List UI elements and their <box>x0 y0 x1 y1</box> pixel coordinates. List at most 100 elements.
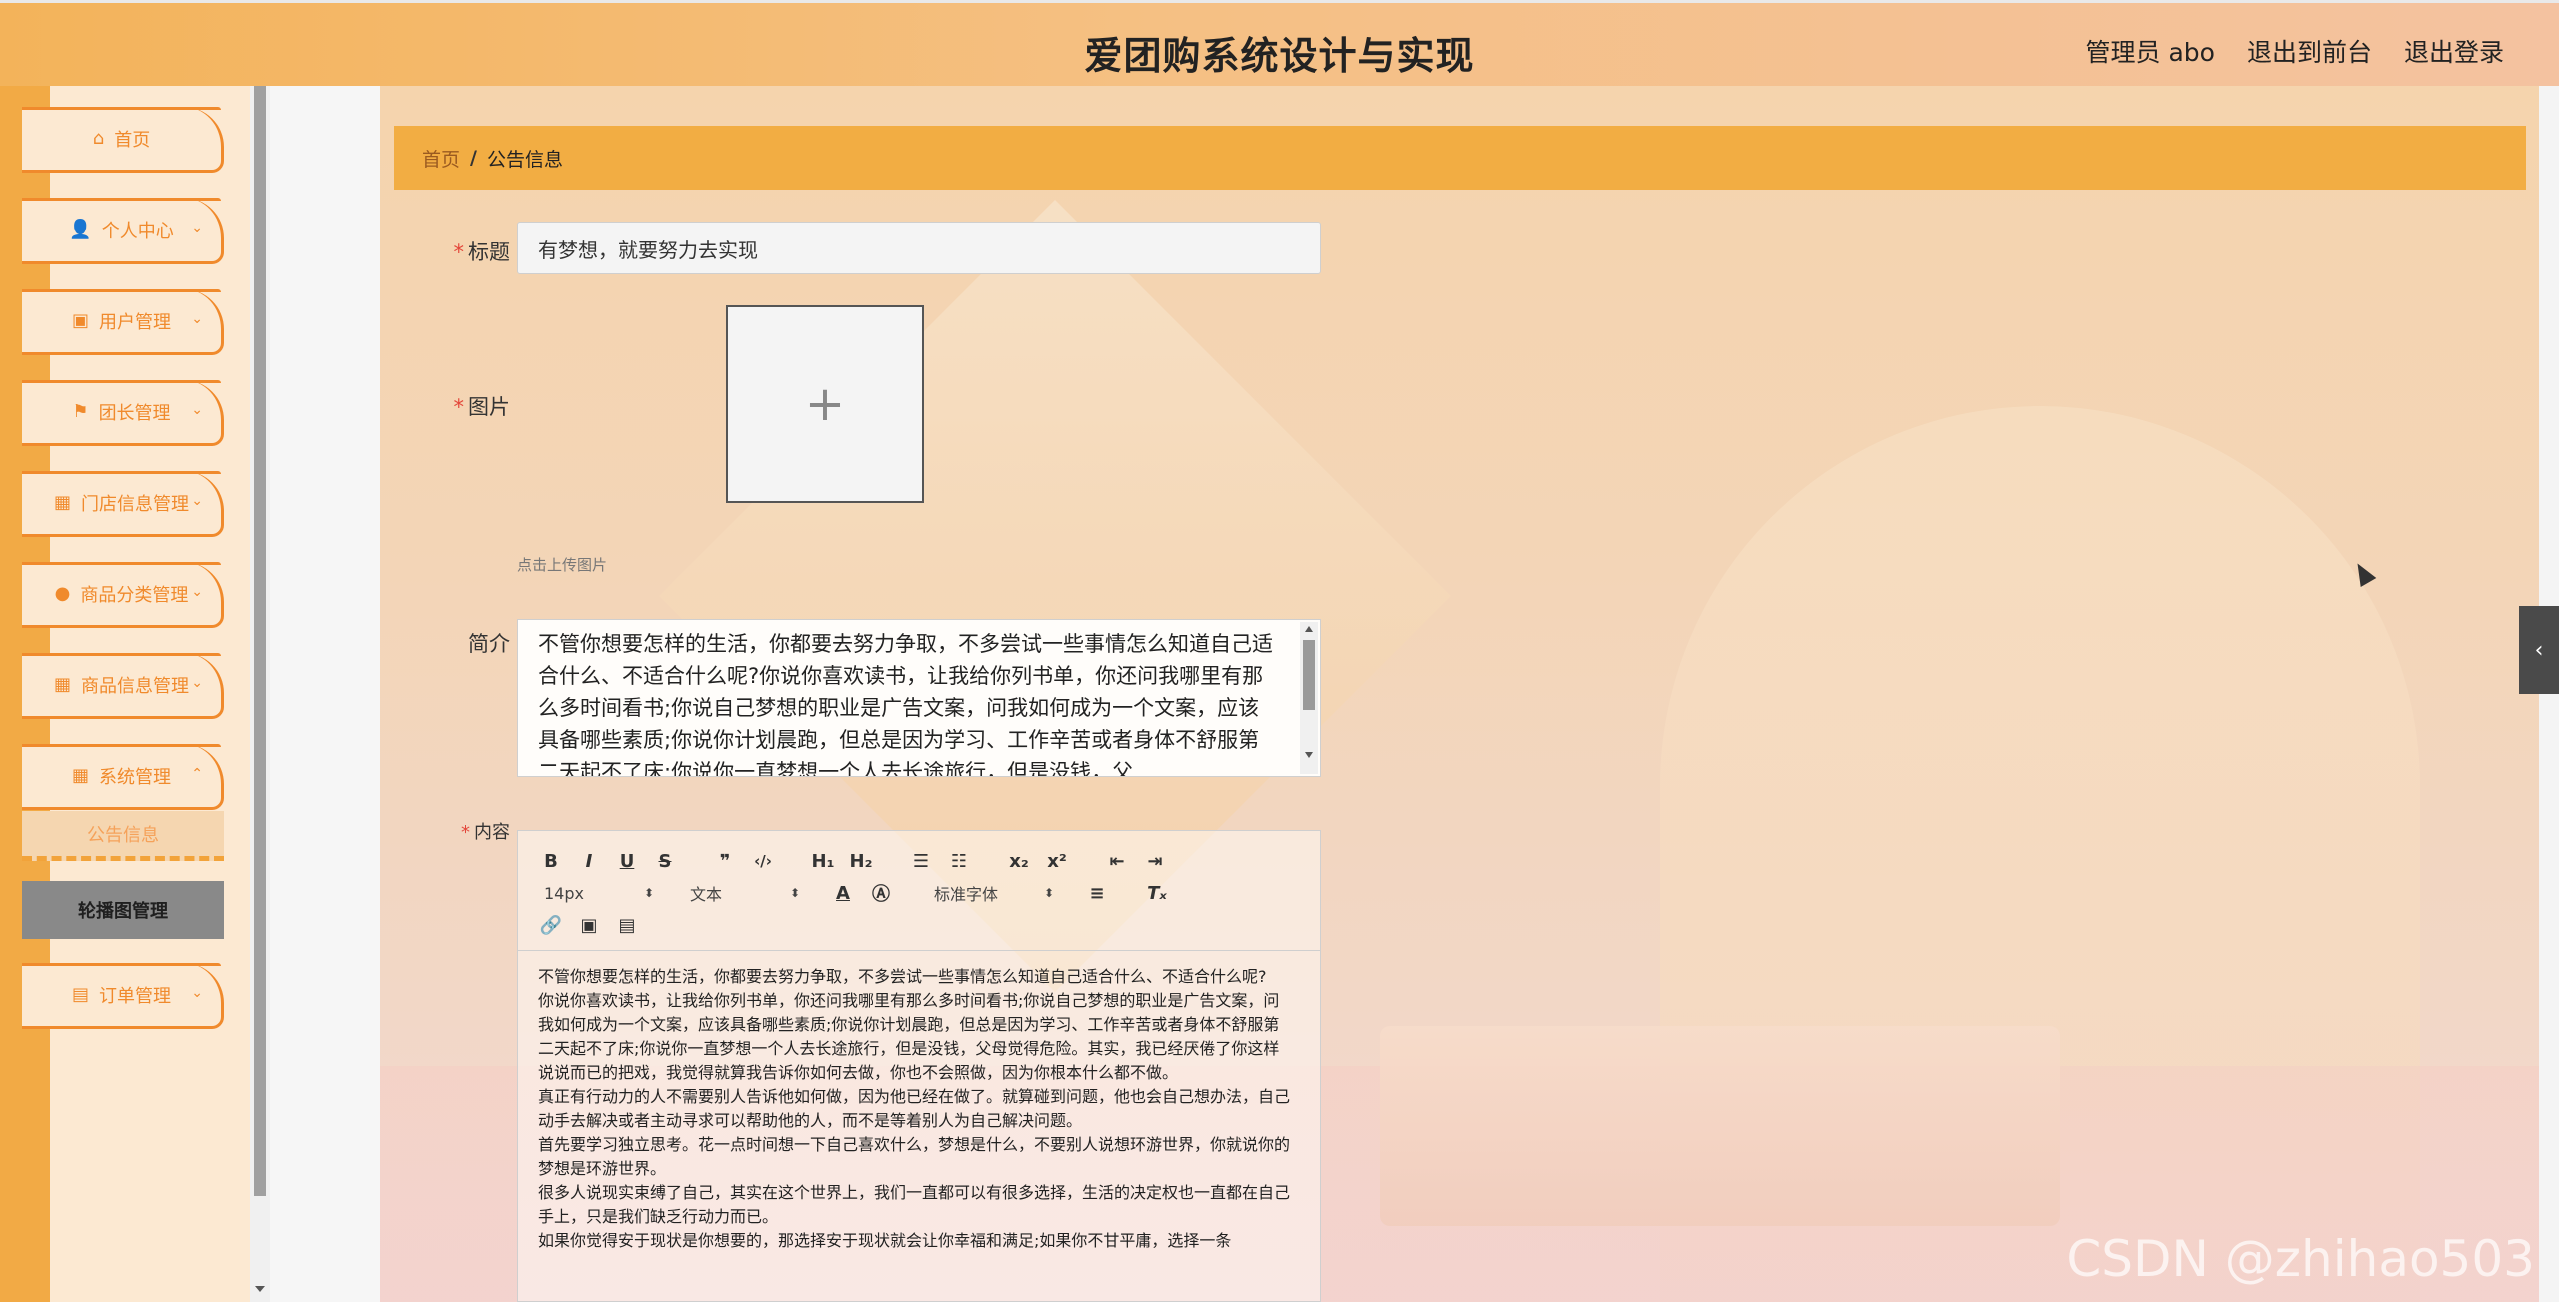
title-field-label: * 标题 <box>440 236 511 266</box>
upload-tip: 点击上传图片 <box>517 556 608 574</box>
sidebar-item-personal-center[interactable]: 👤 个人中心 ⌄ <box>22 198 224 264</box>
heading2-button[interactable]: H₂ <box>844 847 878 875</box>
sidebar-item-label: 订单管理 <box>99 985 171 1007</box>
outdent-button[interactable]: ⇤ <box>1100 847 1134 875</box>
chevron-down-icon: ⌄ <box>191 493 203 509</box>
user-icon: 👤 <box>69 219 92 240</box>
sidebar-item-store-info[interactable]: ▦ 门店信息管理 ⌄ <box>22 471 224 537</box>
sidebar-item-label: 个人中心 <box>101 220 174 242</box>
font-color-button[interactable]: A <box>826 879 860 907</box>
editor-content-area[interactable]: 不管你想要怎样的生活，你都要去努力争取，不多尝试一些事情怎么知道自己适合什么、不… <box>518 951 1320 1253</box>
italic-button[interactable]: I <box>572 847 606 875</box>
sidebar-item-user-management[interactable]: ▣ 用户管理 ⌄ <box>22 289 224 355</box>
sidebar-item-system-management[interactable]: ▦ 系统管理 ⌃ <box>22 744 224 810</box>
breadcrumb-separator: / <box>470 147 477 169</box>
blockquote-button[interactable]: ❞ <box>708 847 742 875</box>
intro-text: 不管你想要怎样的生活，你都要去努力争取，不多尝试一些事情怎么知道自己适合什么、不… <box>538 632 1273 777</box>
background-color-button[interactable]: Ⓐ <box>864 879 898 907</box>
scroll-down-arrow-icon[interactable] <box>1305 752 1313 758</box>
required-asterisk: * <box>461 822 470 843</box>
editor-paragraph: 首先要学习独立思考。花一点时间想一下自己喜欢什么，梦想是什么，不要别人说想环游世… <box>538 1135 1291 1178</box>
breadcrumb: 首页 / 公告信息 <box>394 126 2526 190</box>
select-caret-icon: ⬍ <box>1043 886 1054 900</box>
editor-toolbar: B I U S ❞ ‹/› H₁ H₂ ☰ ☷ x₂ x² ⇤ ⇥ 14px ⬍… <box>518 831 1320 951</box>
scrollbar-thumb[interactable] <box>1303 640 1315 710</box>
chevron-up-icon: ⌃ <box>191 766 203 782</box>
briefcase-icon: ▤ <box>71 984 89 1005</box>
indent-button[interactable]: ⇥ <box>1138 847 1172 875</box>
plus-icon: + <box>804 376 846 432</box>
required-asterisk: * <box>453 240 465 264</box>
sidebar-subitem-announcement[interactable]: 公告信息 <box>22 811 224 861</box>
content-field-label: * 内容 <box>440 818 510 844</box>
clear-format-button[interactable]: Tₓ <box>1140 879 1174 907</box>
font-size-value: 14px <box>544 883 584 903</box>
subscript-button[interactable]: x₂ <box>1002 847 1036 875</box>
exit-to-front-link[interactable]: 退出到前台 <box>2247 33 2372 69</box>
sidebar-subitem-label: 公告信息 <box>87 824 159 846</box>
sidebar-scrollbar[interactable] <box>250 86 270 1302</box>
strikethrough-button[interactable]: S <box>648 847 682 875</box>
chevron-down-icon: ⌄ <box>191 311 203 327</box>
heading1-button[interactable]: H₁ <box>806 847 840 875</box>
sidebar-item-order-management[interactable]: ▤ 订单管理 ⌄ <box>22 963 224 1029</box>
sidebar-item-product-info[interactable]: ▦ 商品信息管理 ⌄ <box>22 653 224 719</box>
underline-button[interactable]: U <box>610 847 644 875</box>
sidebar-item-label: 首页 <box>114 129 151 151</box>
sidebar-item-leader-management[interactable]: ⚑ 团长管理 ⌄ <box>22 380 224 446</box>
video-button[interactable]: ▤ <box>610 911 644 939</box>
font-family-select[interactable]: 标准字体 ⬍ <box>924 881 1054 905</box>
scroll-down-arrow-icon[interactable] <box>255 1286 265 1292</box>
image-field-label: * 图片 <box>440 391 511 421</box>
header-actions: 管理员 abo 退出到前台 退出登录 <box>2086 33 2504 69</box>
chevron-down-icon: ⌄ <box>191 402 203 418</box>
bold-button[interactable]: B <box>534 847 568 875</box>
watermark: CSDN @zhihao503 <box>2066 1230 2535 1288</box>
location-pin-icon: ● <box>54 583 71 604</box>
breadcrumb-current: 公告信息 <box>486 148 563 171</box>
sidebar-item-category-management[interactable]: ● 商品分类管理 ⌄ <box>22 562 224 628</box>
sidebar-item-home[interactable]: ⌂ 首页 <box>22 107 224 173</box>
chevron-down-icon: ⌄ <box>191 675 203 691</box>
content-label-text: 内容 <box>474 822 510 843</box>
scroll-up-arrow-icon[interactable] <box>1305 626 1313 632</box>
page-scrollbar[interactable] <box>2539 86 2559 1302</box>
intro-scrollbar[interactable] <box>1300 622 1318 774</box>
sidebar-subitem-label: 轮播图管理 <box>78 901 168 922</box>
flag-icon: ⚑ <box>72 401 89 422</box>
required-asterisk: * <box>453 395 465 419</box>
sidebar-subitem-carousel[interactable]: 轮播图管理 <box>22 881 224 939</box>
main-content: 首页 / 公告信息 *标题 *图片 + 点击上传图片 简介 不管你想要怎样的生活… <box>380 86 2539 1302</box>
bullet-list-button[interactable]: ☷ <box>942 847 976 875</box>
grid-icon: ▦ <box>71 765 89 786</box>
intro-textarea[interactable]: 不管你想要怎样的生活，你都要去努力争取，不多尝试一些事情怎么知道自己适合什么、不… <box>517 619 1321 777</box>
code-block-button[interactable]: ‹/› <box>746 847 780 875</box>
sidebar-item-label: 团长管理 <box>98 402 171 424</box>
link-button[interactable]: 🔗 <box>534 911 568 939</box>
image-button[interactable]: ▣ <box>572 911 606 939</box>
select-caret-icon: ⬍ <box>643 886 654 900</box>
font-family-value: 标准字体 <box>934 885 999 904</box>
sidebar-item-label: 系统管理 <box>99 766 171 788</box>
font-size-select[interactable]: 14px ⬍ <box>534 884 654 903</box>
select-caret-icon: ⬍ <box>789 886 800 900</box>
scrollbar-thumb[interactable] <box>254 86 266 1196</box>
rich-text-editor: B I U S ❞ ‹/› H₁ H₂ ☰ ☷ x₂ x² ⇤ ⇥ 14px ⬍… <box>517 830 1321 1302</box>
title-input[interactable] <box>517 222 1321 274</box>
collapse-panel-button[interactable]: ‹ <box>2519 606 2559 694</box>
block-type-value: 文本 <box>690 885 723 904</box>
breadcrumb-home-link[interactable]: 首页 <box>422 145 460 172</box>
title-label-text: 标题 <box>468 240 510 264</box>
superscript-button[interactable]: x² <box>1040 847 1074 875</box>
block-type-select[interactable]: 文本 ⬍ <box>680 881 800 905</box>
editor-paragraph: 真正有行动力的人不需要别人告诉他如何做，因为他已经在做了。就算碰到问题，他也会自… <box>538 1087 1291 1130</box>
ordered-list-button[interactable]: ☰ <box>904 847 938 875</box>
home-icon: ⌂ <box>92 128 105 149</box>
image-upload-button[interactable]: + <box>726 305 924 503</box>
chevron-down-icon: ⌄ <box>191 985 203 1001</box>
sidebar-item-label: 用户管理 <box>99 311 171 333</box>
editor-paragraph: 不管你想要怎样的生活，你都要去努力争取，不多尝试一些事情怎么知道自己适合什么、不… <box>538 967 1267 986</box>
align-button[interactable]: ≡ <box>1080 879 1114 907</box>
image-label-text: 图片 <box>468 395 510 419</box>
logout-link[interactable]: 退出登录 <box>2404 33 2504 69</box>
